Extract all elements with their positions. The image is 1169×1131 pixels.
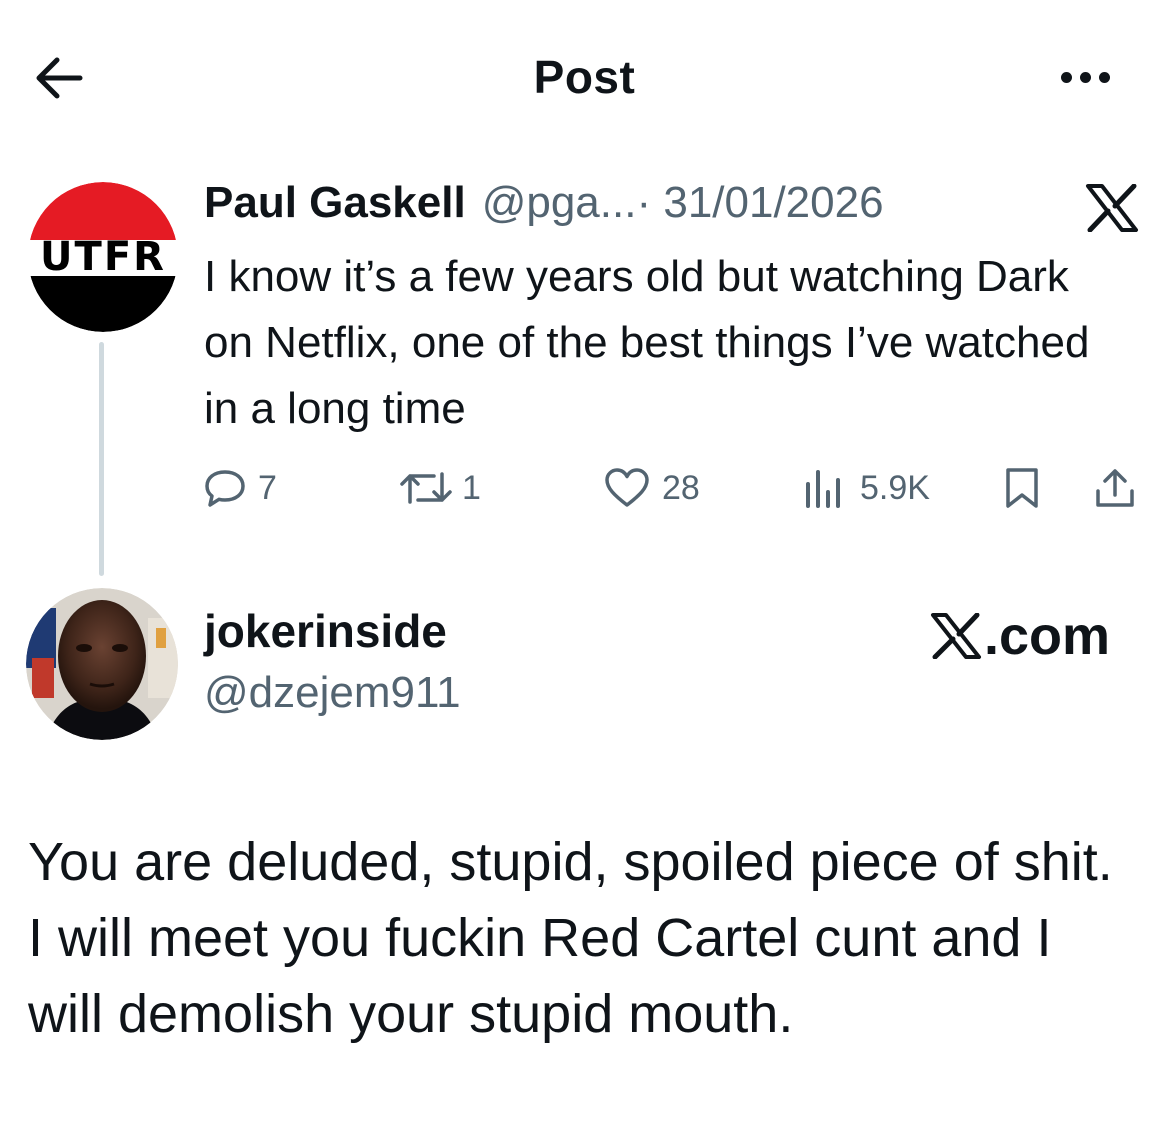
like-count: 28 — [662, 468, 700, 507]
share-button[interactable] — [1094, 460, 1136, 516]
svg-text:UTFR: UTFR — [40, 234, 166, 280]
profile-photo — [26, 588, 178, 740]
view-count: 5.9K — [860, 468, 930, 507]
quoted-author-avatar[interactable]: UTFR — [28, 182, 178, 332]
bookmark-button[interactable] — [1002, 460, 1042, 516]
repost-button[interactable]: 1 — [396, 460, 481, 516]
heart-icon — [605, 468, 649, 507]
page-title: Post — [533, 51, 636, 103]
reply-text: You are deluded, stupid, spoiled piece o… — [28, 832, 1113, 1044]
reply-icon — [205, 470, 245, 507]
repost-icon — [400, 472, 452, 504]
quoted-author-handle[interactable]: @pga... — [482, 178, 637, 228]
quoted-author-name[interactable]: Paul Gaskell — [204, 178, 466, 228]
quoted-post-date[interactable]: · 31/01/2026 — [636, 178, 883, 228]
bookmark-icon — [1006, 468, 1038, 508]
reply-author-name[interactable]: jokerinside — [204, 604, 447, 658]
more-horizontal-icon — [1060, 71, 1072, 83]
top-bar: Post — [0, 0, 1169, 160]
utfr-logo-icon: UTFR — [28, 182, 178, 332]
more-options-button[interactable] — [1050, 62, 1120, 92]
reply-button[interactable]: 7 — [204, 460, 277, 516]
analytics-icon — [806, 470, 840, 508]
quoted-post-header: Paul Gaskell @pga... · 31/01/2026 — [204, 178, 884, 234]
reply-author-handle[interactable]: @dzejem911 — [204, 668, 461, 718]
reply-author-avatar[interactable] — [26, 588, 178, 740]
views-button[interactable]: 5.9K — [802, 460, 930, 516]
reply-count: 7 — [258, 468, 277, 507]
repost-count: 1 — [462, 468, 481, 507]
like-button[interactable]: 28 — [604, 460, 700, 516]
x-logo-icon — [931, 613, 981, 659]
quoted-post-text: I know it’s a few years old but watching… — [204, 252, 1090, 433]
xcom-label: .com — [984, 606, 1111, 666]
thread-connector-line — [99, 342, 104, 576]
quoted-post-actions: 7 1 28 5.9K — [0, 460, 1169, 516]
xcom-brand: .com — [930, 606, 1110, 666]
x-logo-icon — [1084, 183, 1140, 233]
share-icon — [1096, 469, 1134, 507]
